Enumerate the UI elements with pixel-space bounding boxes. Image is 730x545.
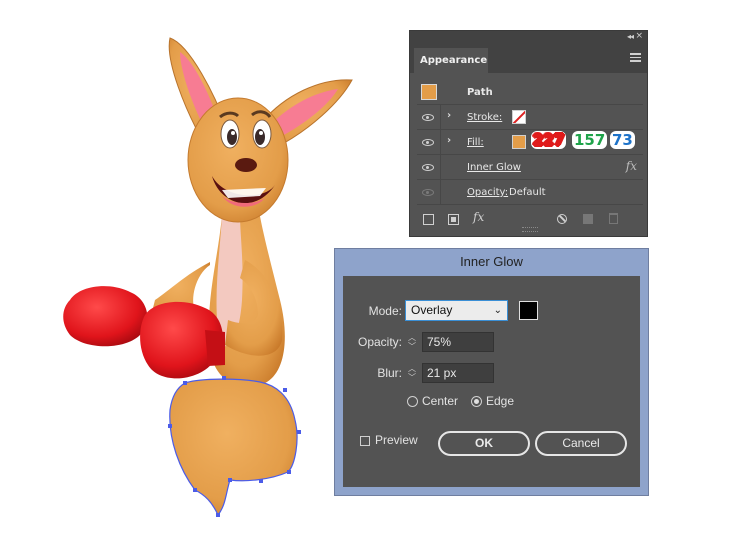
add-fill-icon[interactable] [448,214,459,225]
inner-glow-dialog: Inner Glow Mode: Overlay ⌄ Opacity: ︿ ﹀ … [334,248,649,496]
dialog-title: Inner Glow [460,254,523,269]
edge-radio[interactable] [471,396,482,407]
collapse-panel-icon[interactable]: ◂◂ [627,32,634,41]
panel-tabbar: Appearance [410,45,647,73]
trash-icon [609,213,618,224]
panel-titlebar[interactable]: ◂◂ × [410,31,647,45]
blend-mode-select[interactable]: Overlay ⌄ [405,300,508,321]
fx-icon[interactable]: fx [626,159,637,173]
nose [235,158,257,172]
blur-stepper[interactable]: ︿ ﹀ [405,363,421,383]
panel-menu-icon[interactable] [630,53,641,64]
fx-icon[interactable]: fx [473,210,484,224]
chevron-right-icon[interactable]: › [447,110,451,121]
row-stroke[interactable]: › Stroke: [417,105,643,130]
mode-label: Mode: [368,304,402,318]
glow-color-swatch[interactable] [519,301,538,320]
stroke-none-swatch[interactable] [512,110,526,124]
opacity-label: Opacity: [357,335,402,349]
appearance-panel: ◂◂ × Appearance Path › Stroke: › Fill: 2… [409,30,648,237]
preview-label[interactable]: Preview [375,433,418,447]
rgb-blue-value: 73 [610,131,635,149]
rgb-red-value: 227 [531,131,567,149]
chevron-down-icon[interactable]: ﹀ [408,341,416,352]
left-glove [63,286,148,347]
rgb-green-value: 157 [572,131,608,149]
clear-appearance-icon[interactable] [557,214,567,224]
inner-glow-effect-link[interactable]: Inner Glow [467,162,521,173]
chevron-down-icon: ⌄ [493,305,502,316]
chevron-right-icon[interactable]: › [447,135,451,146]
row-fill[interactable]: › Fill: 227 157 73 [417,130,643,155]
eye-icon [422,189,434,196]
blur-input[interactable]: 21 px [422,363,494,383]
ok-button[interactable]: OK [438,431,530,456]
edge-label[interactable]: Edge [486,394,514,408]
tab-appearance[interactable]: Appearance [414,48,488,73]
preview-checkbox[interactable] [360,436,370,446]
close-panel-icon[interactable]: × [635,31,643,41]
path-label: Path [467,87,493,98]
resize-grip[interactable] [522,227,538,232]
stroke-label[interactable]: Stroke: [467,112,502,123]
duplicate-item-icon [583,214,593,224]
opacity-stepper[interactable]: ︿ ﹀ [405,332,421,352]
fill-label[interactable]: Fill: [467,137,484,148]
path-thumbnail [421,84,437,100]
dialog-body: Mode: Overlay ⌄ Opacity: ︿ ﹀ 75% Blur: ︿… [343,276,640,487]
eye-icon[interactable] [422,139,434,146]
row-inner-glow[interactable]: Inner Glow fx [417,155,643,180]
selected-leg-path [169,378,298,517]
panel-footer-toolbar: fx [410,207,647,233]
blend-mode-value: Overlay [411,303,453,317]
eye-icon[interactable] [422,164,434,171]
center-label[interactable]: Center [422,394,458,408]
chevron-down-icon[interactable]: ﹀ [408,372,416,383]
row-opacity[interactable]: Opacity: Default [417,180,643,205]
blur-label: Blur: [377,366,402,380]
opacity-label[interactable]: Opacity: [467,187,508,198]
opacity-input[interactable]: 75% [422,332,494,352]
row-path[interactable]: Path [417,80,643,105]
add-stroke-icon[interactable] [423,214,434,225]
opacity-value: Default [509,187,546,198]
fill-color-swatch[interactable] [512,135,526,149]
appearance-rows: Path › Stroke: › Fill: 227 157 73 Inner … [417,80,643,205]
cancel-button[interactable]: Cancel [535,431,627,456]
eye-icon[interactable] [422,114,434,121]
center-radio[interactable] [407,396,418,407]
